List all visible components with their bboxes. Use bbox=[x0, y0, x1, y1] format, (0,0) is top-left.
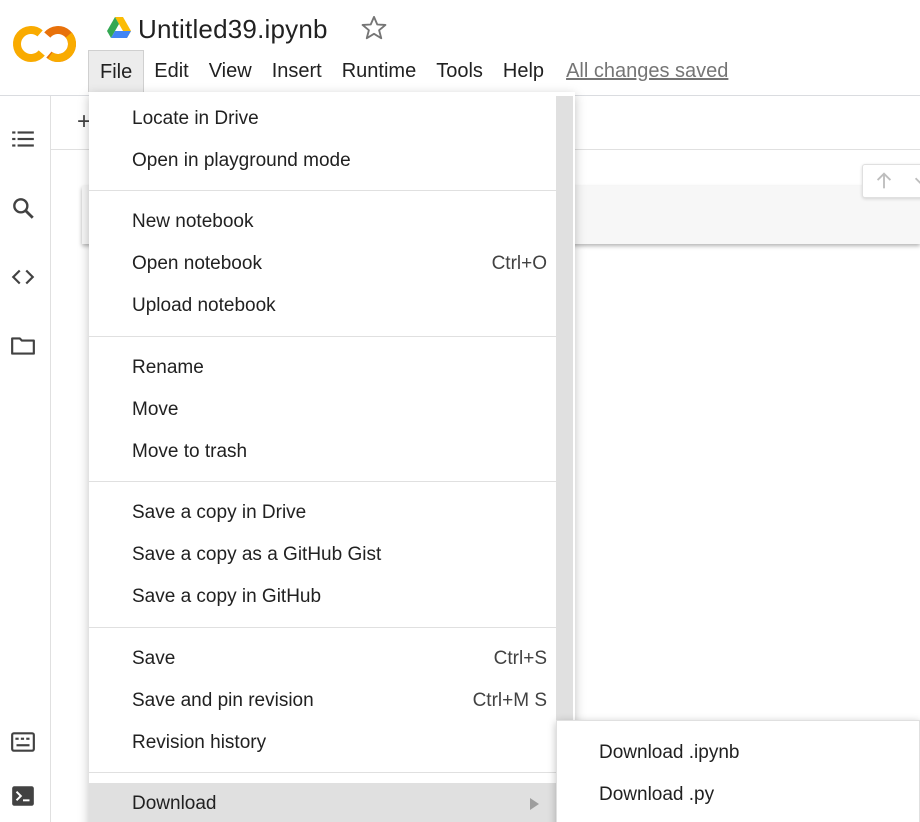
menu-item-move-to-trash[interactable]: Move to trash bbox=[89, 431, 556, 473]
menu-item-download[interactable]: Download bbox=[89, 783, 556, 822]
menu-item-label: Locate in Drive bbox=[132, 108, 259, 129]
menu-item-label: Move to trash bbox=[132, 441, 248, 462]
menu-item-locate-in-drive[interactable]: Locate in Drive bbox=[89, 98, 556, 140]
notebook-title[interactable]: Untitled39.ipynb bbox=[138, 12, 328, 46]
menu-item-label: Download bbox=[132, 793, 217, 814]
menu-item-label: Open in playground mode bbox=[132, 150, 351, 171]
menu-item-label: Revision history bbox=[132, 732, 267, 753]
menu-item-shortcut: Ctrl+S bbox=[493, 648, 547, 669]
menu-item-label: Upload notebook bbox=[132, 295, 276, 316]
menu-item-save-copy-github[interactable]: Save a copy in GitHub bbox=[89, 576, 556, 618]
submenu-arrow-icon bbox=[530, 798, 539, 810]
menu-item-label: Save bbox=[132, 648, 176, 669]
header: Untitled39.ipynb File Edit View Insert R… bbox=[0, 0, 920, 96]
menu-item-label: Move bbox=[132, 399, 179, 420]
menu-tools[interactable]: Tools bbox=[426, 50, 493, 92]
terminal-icon[interactable] bbox=[10, 783, 36, 809]
menu-item-label: Save a copy in GitHub bbox=[132, 586, 322, 607]
table-of-contents-icon[interactable] bbox=[10, 126, 36, 152]
menubar: File Edit View Insert Runtime Tools Help… bbox=[88, 50, 728, 92]
command-palette-icon[interactable] bbox=[10, 729, 36, 755]
menu-runtime[interactable]: Runtime bbox=[332, 50, 426, 92]
google-drive-icon[interactable] bbox=[107, 17, 131, 39]
menu-item-download-ipynb[interactable]: Download .ipynb bbox=[557, 732, 920, 774]
menu-divider bbox=[89, 336, 556, 337]
menu-divider bbox=[89, 627, 556, 628]
menu-view[interactable]: View bbox=[199, 50, 262, 92]
menu-item-open-notebook[interactable]: Open notebook Ctrl+O bbox=[89, 243, 556, 285]
menu-divider bbox=[89, 772, 556, 773]
download-submenu: Download .ipynb Download .py bbox=[556, 720, 920, 822]
move-cell-up-icon[interactable] bbox=[873, 170, 895, 192]
menu-help[interactable]: Help bbox=[493, 50, 554, 92]
menu-item-label: Save a copy as a GitHub Gist bbox=[132, 544, 382, 565]
star-icon[interactable] bbox=[360, 14, 388, 42]
move-cell-down-icon[interactable] bbox=[911, 170, 920, 192]
menu-item-save[interactable]: Save Ctrl+S bbox=[89, 638, 556, 680]
menu-item-upload-notebook[interactable]: Upload notebook bbox=[89, 285, 556, 327]
menu-divider bbox=[89, 190, 556, 191]
menu-divider bbox=[89, 481, 556, 482]
menu-item-label: Open notebook bbox=[132, 253, 262, 274]
menu-item-label: New notebook bbox=[132, 211, 254, 232]
menu-item-label: Download .ipynb bbox=[599, 742, 740, 763]
files-folder-icon[interactable] bbox=[10, 333, 36, 359]
menu-item-label: Save and pin revision bbox=[132, 690, 314, 711]
menu-item-open-playground[interactable]: Open in playground mode bbox=[89, 140, 556, 182]
menu-item-download-py[interactable]: Download .py bbox=[557, 774, 920, 816]
menu-insert[interactable]: Insert bbox=[262, 50, 332, 92]
menu-item-label: Download .py bbox=[599, 784, 715, 805]
menu-item-revision-history[interactable]: Revision history bbox=[89, 722, 556, 764]
colab-logo-icon[interactable] bbox=[12, 24, 78, 64]
code-snippets-icon[interactable] bbox=[10, 264, 36, 290]
menu-item-shortcut: Ctrl+O bbox=[491, 253, 547, 274]
menu-file[interactable]: File bbox=[88, 50, 145, 92]
menu-edit[interactable]: Edit bbox=[144, 50, 198, 92]
file-menu-list: Locate in Drive Open in playground mode … bbox=[89, 92, 556, 822]
menu-item-save-copy-gist[interactable]: Save a copy as a GitHub Gist bbox=[89, 534, 556, 576]
menu-item-label: Save a copy in Drive bbox=[132, 502, 307, 523]
left-rail bbox=[0, 96, 51, 822]
save-status-link[interactable]: All changes saved bbox=[566, 50, 728, 92]
menu-scrollbar[interactable] bbox=[556, 96, 573, 822]
search-icon[interactable] bbox=[10, 195, 36, 221]
file-menu: Locate in Drive Open in playground mode … bbox=[89, 92, 575, 822]
menu-item-shortcut: Ctrl+M S bbox=[472, 690, 547, 711]
cell-toolbar bbox=[862, 164, 920, 198]
menu-item-save-pin-revision[interactable]: Save and pin revision Ctrl+M S bbox=[89, 680, 556, 722]
menu-item-new-notebook[interactable]: New notebook bbox=[89, 201, 556, 243]
menu-item-rename[interactable]: Rename bbox=[89, 347, 556, 389]
menu-item-save-copy-drive[interactable]: Save a copy in Drive bbox=[89, 492, 556, 534]
menu-item-move[interactable]: Move bbox=[89, 389, 556, 431]
menu-item-label: Rename bbox=[132, 357, 204, 378]
